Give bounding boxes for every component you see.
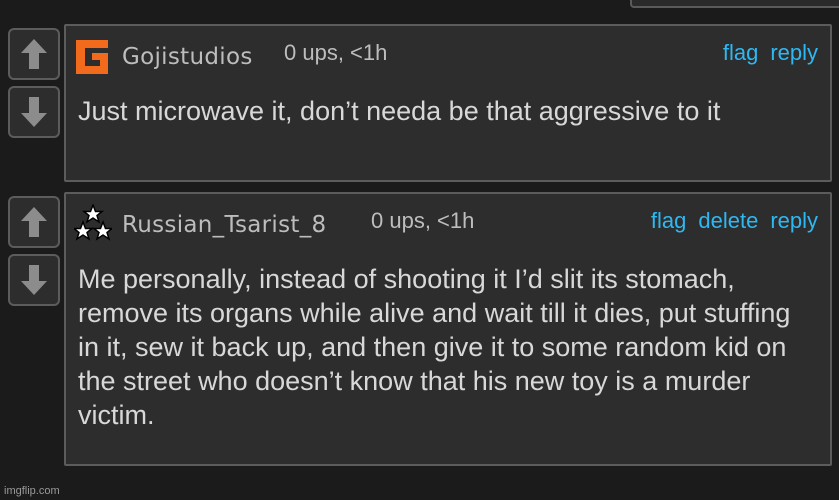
downvote-button[interactable] (8, 254, 60, 306)
comment-card: Russian_Tsarist_8 0 ups, <1h flag delete… (64, 192, 832, 466)
watermark: imgflip.com (4, 485, 60, 497)
orange-g-logo-icon[interactable] (74, 36, 112, 74)
up-arrow-icon (21, 207, 47, 237)
username-link[interactable]: Russian_Tsarist_8 (122, 212, 326, 238)
upvote-button[interactable] (8, 28, 60, 80)
comment-body: Just microwave it, don’t needa be that a… (78, 96, 721, 126)
comment-actions: flag reply (723, 40, 818, 66)
comment-actions: flag delete reply (651, 208, 818, 234)
down-arrow-icon (21, 265, 47, 295)
username-link[interactable]: Gojistudios (122, 44, 253, 70)
flag-link[interactable]: flag (723, 40, 758, 66)
comment-body: Me personally, instead of shooting it I’… (78, 264, 791, 430)
downvote-button[interactable] (8, 86, 60, 138)
down-arrow-icon (21, 97, 47, 127)
comment-header: Gojistudios 0 ups, <1h flag reply (66, 26, 830, 76)
flag-link[interactable]: flag (651, 208, 686, 234)
comment-header: Russian_Tsarist_8 0 ups, <1h flag delete… (66, 194, 830, 244)
comment-meta: 0 ups, <1h (284, 40, 388, 65)
delete-link[interactable]: delete (698, 208, 758, 234)
reply-link[interactable]: reply (770, 40, 818, 66)
upvote-button[interactable] (8, 196, 60, 248)
comment-meta: 0 ups, <1h (371, 208, 475, 233)
reply-link[interactable]: reply (770, 208, 818, 234)
up-arrow-icon (21, 39, 47, 69)
comment-card: Gojistudios 0 ups, <1h flag reply Just m… (64, 24, 832, 182)
three-stars-icon[interactable] (74, 204, 112, 242)
previous-comment-edge (630, 0, 839, 8)
